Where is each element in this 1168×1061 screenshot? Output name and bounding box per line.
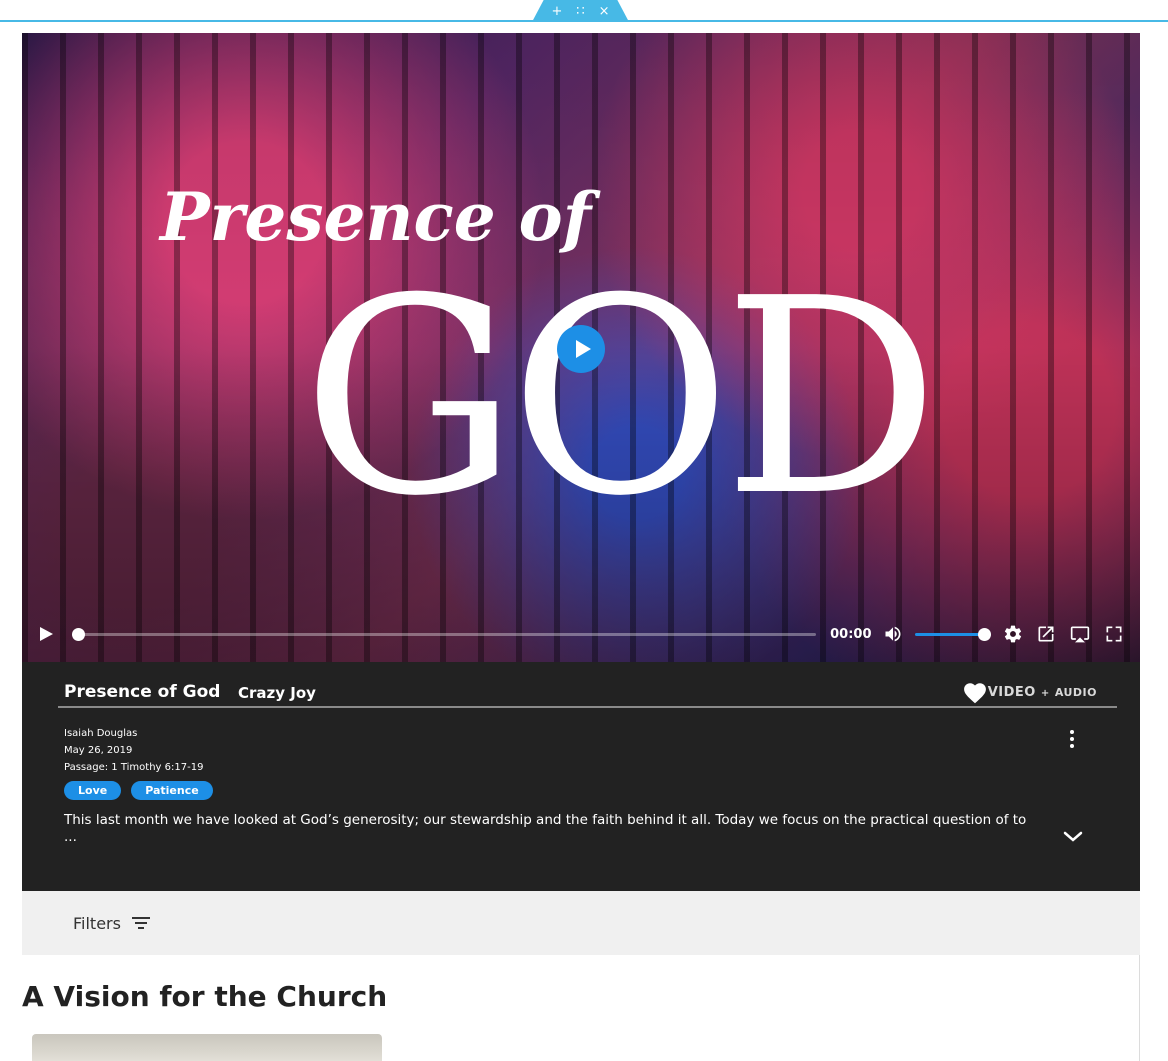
tag-patience[interactable]: Patience — [131, 781, 213, 800]
media-audio-label: AUDIO — [1054, 686, 1097, 699]
settings-icon[interactable] — [1001, 622, 1025, 646]
sermon-passage: Passage: 1 Timothy 6:17-19 — [64, 762, 204, 773]
sermon-header: Presence of God Crazy Joy VIDEO + AUDIO — [58, 678, 1117, 708]
sermon-description: This last month we have looked at God’s … — [64, 812, 1027, 845]
favorite-heart-icon[interactable] — [961, 680, 989, 704]
filter-lines-icon[interactable] — [131, 915, 151, 931]
popout-icon[interactable] — [1035, 622, 1059, 646]
editor-toolbar: + ∷ × — [0, 0, 1168, 22]
filters-bar: Filters — [22, 891, 1140, 955]
play-icon[interactable] — [36, 624, 56, 644]
volume-handle[interactable] — [977, 628, 991, 641]
volume-icon[interactable] — [882, 622, 906, 646]
section-title: A Vision for the Church — [22, 980, 388, 1013]
airplay-icon[interactable] — [1068, 622, 1092, 646]
video-controls: 00:00 — [22, 606, 1140, 662]
sermon-card-thumbnail[interactable] — [32, 1034, 382, 1061]
sermon-info-panel: Presence of God Crazy Joy VIDEO + AUDIO … — [22, 662, 1140, 891]
chevron-down-icon[interactable] — [1062, 830, 1084, 844]
poster-title-big: GOD — [302, 240, 940, 555]
series-name[interactable]: Crazy Joy — [238, 684, 316, 702]
more-options-icon[interactable] — [1068, 730, 1076, 750]
close-section-icon[interactable]: × — [599, 5, 610, 18]
big-play-button[interactable] — [557, 325, 605, 373]
seek-bar[interactable] — [71, 624, 817, 644]
speaker-name: Isaiah Douglas — [64, 728, 138, 739]
sermon-title[interactable]: Presence of God — [64, 682, 220, 702]
media-types: VIDEO + AUDIO — [988, 685, 1097, 700]
media-video-label: VIDEO — [987, 685, 1036, 700]
content-border — [1139, 955, 1140, 1061]
current-time: 00:00 — [830, 626, 872, 642]
section-handle: + ∷ × — [532, 0, 629, 22]
tag-love[interactable]: Love — [64, 781, 122, 800]
seek-track — [71, 633, 817, 636]
add-section-icon[interactable]: + — [551, 5, 562, 18]
tag-list: Love Patience — [64, 781, 213, 800]
seek-handle[interactable] — [71, 628, 85, 641]
sermon-date: May 26, 2019 — [64, 745, 133, 756]
move-section-icon[interactable]: ∷ — [576, 5, 584, 18]
volume-slider[interactable] — [915, 624, 991, 644]
filters-button[interactable]: Filters — [73, 914, 121, 933]
media-plus: + — [1040, 688, 1050, 699]
fullscreen-icon[interactable] — [1102, 622, 1126, 646]
video-player[interactable]: Presence of GOD 00:00 — [22, 33, 1140, 662]
